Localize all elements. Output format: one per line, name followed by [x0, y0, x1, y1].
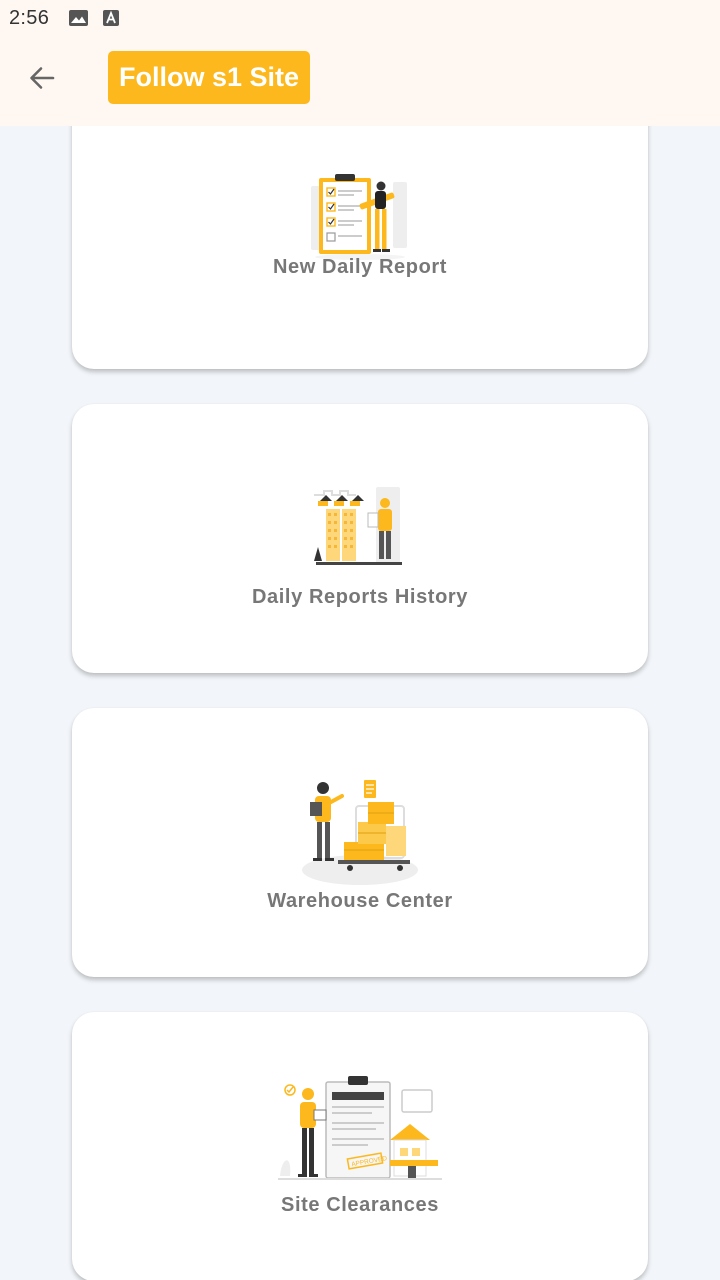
- warehouse-center-card[interactable]: Warehouse Center: [72, 708, 648, 977]
- page-title: Follow s1 Site: [108, 51, 311, 104]
- status-bar: 2:56: [0, 0, 720, 36]
- menu-list[interactable]: New Daily Report Daily Reports History W…: [0, 126, 720, 1280]
- text-a-icon: [103, 10, 119, 31]
- approved-document-illustration: APPROVED: [278, 1076, 442, 1180]
- card-label: Warehouse Center: [267, 890, 453, 912]
- card-label: Site Clearances: [281, 1194, 439, 1216]
- card-label: Daily Reports History: [252, 586, 468, 608]
- new-daily-report-card[interactable]: New Daily Report: [72, 126, 648, 369]
- card-label: New Daily Report: [272, 256, 448, 278]
- warehouse-boxes-illustration: [302, 780, 418, 885]
- status-time: 2:56: [9, 7, 50, 29]
- daily-reports-history-card[interactable]: Daily Reports History: [72, 404, 648, 673]
- site-clearances-card[interactable]: APPROVED Site Clearances: [72, 1012, 648, 1280]
- app-bar: Follow s1 Site: [0, 36, 720, 126]
- arrow-left-icon: [30, 67, 55, 89]
- image-icon: [69, 10, 88, 31]
- checklist-clipboard-illustration: [311, 174, 407, 260]
- construction-site-illustration: [314, 487, 402, 565]
- back-button[interactable]: [18, 56, 66, 100]
